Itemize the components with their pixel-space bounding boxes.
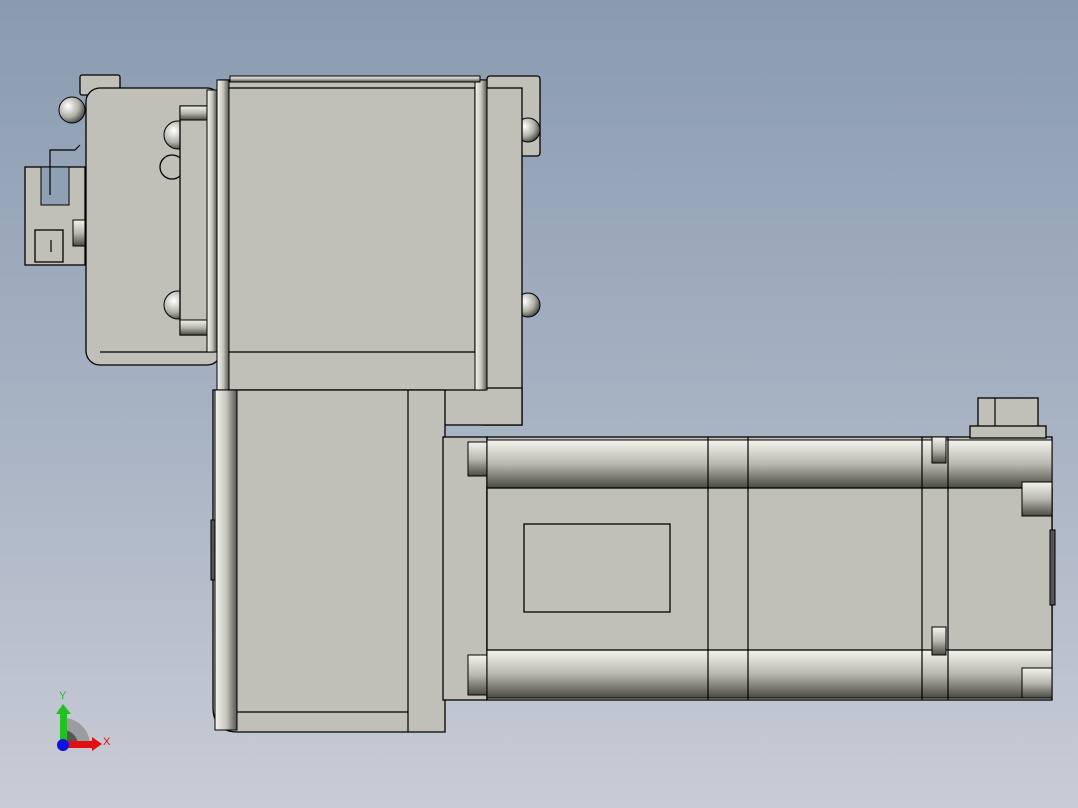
y-axis-label: Y [59, 690, 67, 702]
gearbox [210, 389, 446, 733]
z-axis-marker [57, 739, 69, 751]
gear-housing [206, 75, 541, 426]
motor-nameplate [523, 523, 671, 613]
connector-block [24, 144, 86, 266]
motor-connector [969, 397, 1047, 439]
axis-triad[interactable]: Y X [56, 690, 111, 751]
cad-viewport[interactable]: Y X [0, 0, 1078, 808]
x-axis-label: X [103, 736, 111, 748]
